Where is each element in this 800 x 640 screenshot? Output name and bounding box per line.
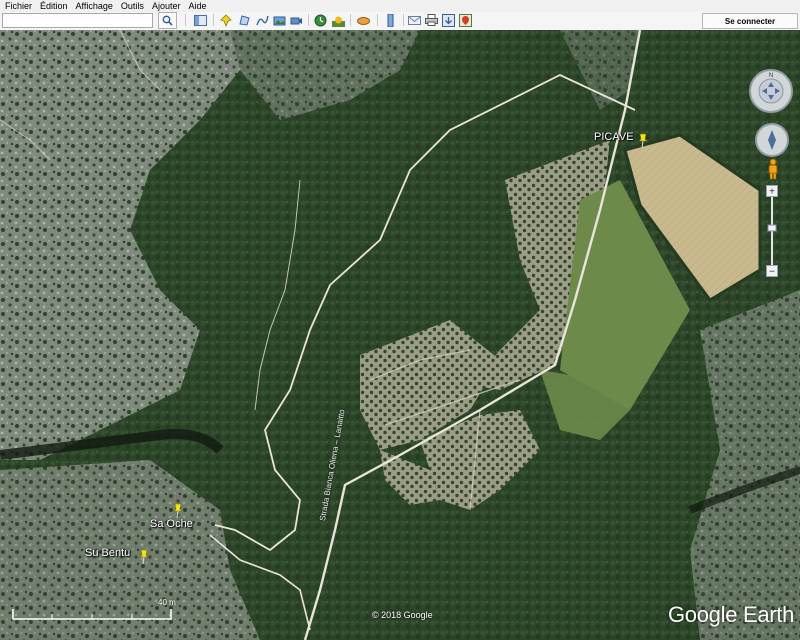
add-polygon-icon[interactable] xyxy=(237,13,252,27)
ruler-icon[interactable] xyxy=(383,13,398,27)
look-joystick-icon[interactable] xyxy=(754,122,790,158)
print-icon[interactable] xyxy=(424,13,439,27)
sign-in-button[interactable]: Se connecter xyxy=(702,13,798,29)
email-icon[interactable] xyxy=(407,13,422,27)
su-bentu-pin-icon[interactable] xyxy=(138,548,150,564)
menu-fichier[interactable]: Fichier xyxy=(0,0,36,12)
add-image-overlay-icon[interactable] xyxy=(272,13,287,27)
scale-label: 40 m xyxy=(158,598,176,607)
sun-icon[interactable] xyxy=(331,13,346,27)
map-view[interactable]: PICAVE Sa Oche Su Bentu Strada Bianca Ol… xyxy=(0,30,800,640)
street-view-pegman-icon[interactable] xyxy=(766,158,780,180)
sa-oche-pin-icon[interactable] xyxy=(172,502,184,518)
svg-text:+: + xyxy=(769,187,775,198)
search-input[interactable] xyxy=(2,13,153,28)
scale-bar xyxy=(12,609,172,620)
copyright-text: © 2018 Google xyxy=(372,610,433,620)
compass-icon[interactable]: N xyxy=(748,68,794,114)
placemark-label-picave[interactable]: PICAVE xyxy=(594,131,634,143)
planets-icon[interactable] xyxy=(356,13,371,27)
view-in-maps-icon[interactable] xyxy=(458,13,473,27)
placemark-label-sa-oche[interactable]: Sa Oche xyxy=(150,518,193,530)
sidebar-toggle-icon[interactable] xyxy=(193,13,208,27)
save-image-icon[interactable] xyxy=(441,13,456,27)
add-path-icon[interactable] xyxy=(255,13,270,27)
menu-edition[interactable]: Édition xyxy=(36,0,72,12)
add-placemark-icon[interactable] xyxy=(219,13,234,27)
menu-bar: Fichier Édition Affichage Outils Ajouter… xyxy=(0,0,800,12)
search-button[interactable] xyxy=(158,12,177,29)
record-tour-icon[interactable] xyxy=(289,13,304,27)
svg-text:−: − xyxy=(769,267,775,278)
menu-ajouter[interactable]: Ajouter xyxy=(148,0,185,12)
svg-text:N: N xyxy=(769,73,773,79)
picave-pin-icon[interactable] xyxy=(637,132,649,148)
historical-imagery-icon[interactable] xyxy=(313,13,328,27)
placemark-label-su-bentu[interactable]: Su Bentu xyxy=(85,547,130,559)
menu-affichage[interactable]: Affichage xyxy=(72,0,117,12)
google-earth-logo: Google Earth xyxy=(668,602,795,627)
menu-aide[interactable]: Aide xyxy=(184,0,210,12)
menu-outils[interactable]: Outils xyxy=(117,0,148,12)
search-icon xyxy=(162,15,173,26)
zoom-slider[interactable]: + − xyxy=(766,185,778,278)
toolbar: Se connecter xyxy=(0,12,800,31)
